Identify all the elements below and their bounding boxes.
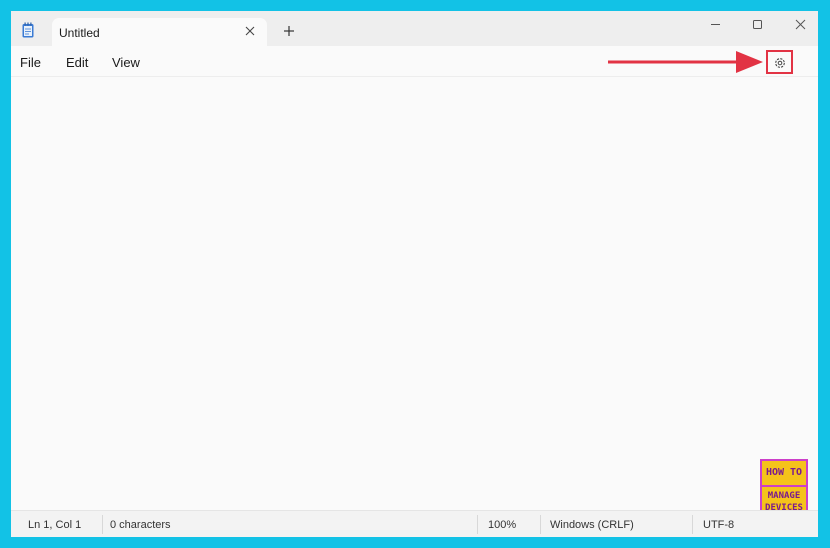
plus-icon[interactable] <box>282 24 296 38</box>
menu-view[interactable]: View <box>112 55 140 70</box>
logo-line-1: HOW TO <box>765 467 803 478</box>
notepad-window: Untitled File Edit View HOW TO MANAGE DE… <box>11 11 818 537</box>
text-editor-area[interactable] <box>11 77 818 509</box>
arrow-right-icon <box>608 51 763 73</box>
maximize-icon <box>753 20 762 29</box>
title-bar: Untitled <box>11 11 818 48</box>
maximize-button[interactable] <box>746 14 770 34</box>
status-encoding[interactable]: UTF-8 <box>703 519 734 531</box>
status-divider <box>692 515 693 534</box>
status-line-ending[interactable]: Windows (CRLF) <box>550 519 634 531</box>
status-zoom[interactable]: 100% <box>488 519 516 531</box>
tab-title: Untitled <box>59 26 100 40</box>
gear-icon <box>775 58 785 68</box>
status-divider <box>102 515 103 534</box>
menu-edit[interactable]: Edit <box>66 55 88 70</box>
status-divider <box>540 515 541 534</box>
status-character-count: 0 characters <box>110 519 171 531</box>
minimize-icon <box>711 24 720 25</box>
minimize-button[interactable] <box>704 14 728 34</box>
status-divider <box>477 515 478 534</box>
close-icon[interactable] <box>243 24 257 38</box>
close-icon <box>795 19 806 30</box>
tab-untitled[interactable]: Untitled <box>52 18 267 48</box>
status-cursor-position: Ln 1, Col 1 <box>28 519 82 531</box>
notepad-icon <box>22 22 34 38</box>
logo-line-2: MANAGE <box>767 491 801 501</box>
status-bar: Ln 1, Col 1 0 characters 100% Windows (C… <box>11 510 818 537</box>
close-button[interactable] <box>789 14 813 34</box>
menu-file[interactable]: File <box>20 55 41 70</box>
settings-button[interactable] <box>766 50 793 74</box>
